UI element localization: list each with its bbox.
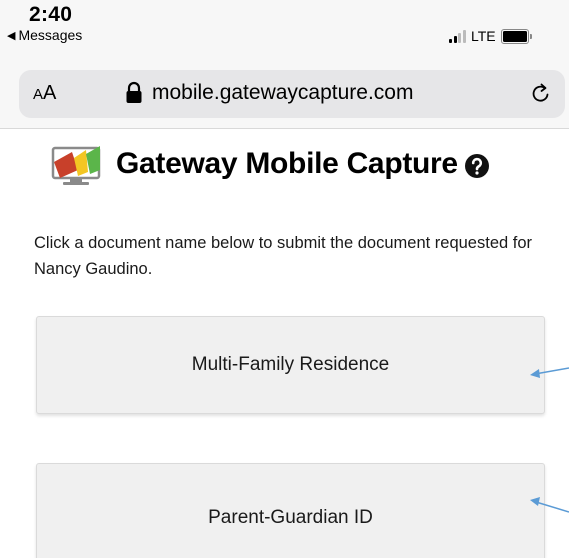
page-title: Gateway Mobile Capture [116, 147, 458, 180]
back-to-app-button[interactable]: ◀ Messages [7, 27, 82, 43]
instructions-text: Click a document name below to submit th… [34, 234, 533, 278]
battery-icon [500, 28, 532, 44]
lock-icon [126, 81, 142, 103]
screen: 2:40 ◀ Messages LTE AA mobile.gatewaycap… [0, 0, 569, 558]
brand-header: Gateway Mobile Capture [50, 140, 490, 188]
annotation-arrow-icon [530, 367, 569, 378]
text-size-small-a: A [33, 86, 44, 103]
document-button-parent-guardian-id[interactable]: Parent-Guardian ID [36, 463, 545, 558]
network-type: LTE [471, 28, 496, 44]
browser-chrome: 2:40 ◀ Messages LTE AA mobile.gatewaycap… [0, 0, 569, 129]
url-text: mobile.gatewaycapture.com [152, 81, 414, 104]
cellular-signal-icon [449, 29, 467, 43]
address-bar[interactable]: AA mobile.gatewaycapture.com [19, 70, 565, 118]
text-size-button[interactable]: AA [33, 82, 56, 105]
status-time: 2:40 [29, 3, 73, 26]
annotation-arrow-icon [530, 497, 569, 513]
back-triangle-icon: ◀ [7, 29, 16, 42]
url-display[interactable]: mobile.gatewaycapture.com [124, 81, 413, 105]
document-button-multi-family-residence[interactable]: Multi-Family Residence [36, 316, 545, 414]
gateway-logo-icon [51, 146, 101, 185]
status-indicators: LTE [449, 28, 532, 44]
reload-icon[interactable] [530, 82, 552, 106]
help-icon[interactable] [464, 153, 490, 179]
back-app-label: Messages [18, 27, 83, 43]
text-size-large-a: A [43, 82, 57, 104]
